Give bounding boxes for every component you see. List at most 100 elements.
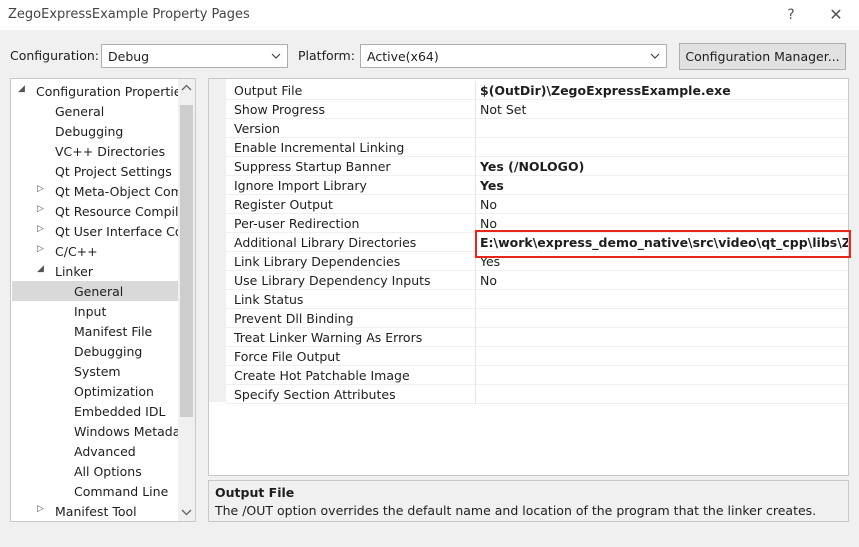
- tree-item-label: Configuration Properties: [36, 84, 178, 99]
- tree-item-label: System: [74, 364, 121, 379]
- help-button[interactable]: ?: [777, 4, 805, 26]
- tree-item[interactable]: Manifest File: [12, 321, 178, 341]
- property-row[interactable]: Version: [226, 119, 848, 138]
- tree-item[interactable]: Advanced: [12, 441, 178, 461]
- column-divider: [475, 366, 476, 385]
- tree-scrollbar[interactable]: [178, 79, 195, 521]
- tree-item[interactable]: ▷ Qt Resource Compiler: [12, 201, 178, 221]
- tree-item[interactable]: Debugging: [12, 121, 178, 141]
- tree-item-label: Windows Metadata: [74, 424, 178, 439]
- scrollbar-thumb[interactable]: [180, 105, 193, 417]
- tree-item-label: Debugging: [55, 124, 124, 139]
- configuration-manager-button[interactable]: Configuration Manager...: [679, 43, 846, 70]
- tree-item-label: Qt Project Settings: [55, 164, 172, 179]
- scroll-down-icon[interactable]: [178, 504, 195, 521]
- property-name: Force File Output: [234, 349, 341, 364]
- collapsed-arrow-icon[interactable]: ▷: [37, 504, 47, 518]
- tree-item[interactable]: ▷ Qt Meta-Object Compiler: [12, 181, 178, 201]
- tree-item[interactable]: Optimization: [12, 381, 178, 401]
- property-name: Register Output: [234, 197, 333, 212]
- scroll-up-icon[interactable]: [178, 79, 195, 96]
- configuration-dropdown[interactable]: Debug: [101, 44, 288, 68]
- tree-item[interactable]: General: [12, 101, 178, 121]
- property-row[interactable]: Create Hot Patchable Image: [226, 366, 848, 385]
- property-value[interactable]: $(OutDir)\ZegoExpressExample.exe: [480, 83, 731, 98]
- tree-item-label: All Options: [74, 464, 142, 479]
- tree-item-label: Input: [74, 304, 107, 319]
- property-name: Per-user Redirection: [234, 216, 360, 231]
- property-row[interactable]: Force File Output: [226, 347, 848, 366]
- property-value[interactable]: Yes (/NOLOGO): [480, 159, 584, 174]
- tree-item[interactable]: Input: [12, 301, 178, 321]
- column-divider: [475, 157, 476, 176]
- column-divider: [475, 385, 476, 404]
- tree-item[interactable]: ◢ Linker: [12, 261, 178, 281]
- tree-item[interactable]: ▷ Manifest Tool: [12, 501, 178, 521]
- tree-item[interactable]: ◢ Configuration Properties: [12, 81, 178, 101]
- collapsed-arrow-icon[interactable]: ▷: [37, 204, 47, 218]
- property-row[interactable]: Register Output No: [226, 195, 848, 214]
- tree-item-label: Manifest File: [74, 324, 153, 339]
- property-value[interactable]: No: [480, 216, 497, 231]
- property-row[interactable]: Output File $(OutDir)\ZegoExpressExample.…: [226, 81, 848, 100]
- tree-item-label: General: [74, 284, 124, 299]
- tree-item[interactable]: VC++ Directories: [12, 141, 178, 161]
- property-name: Create Hot Patchable Image: [234, 368, 410, 383]
- tree-item[interactable]: Windows Metadata: [12, 421, 178, 441]
- column-divider: [475, 119, 476, 138]
- property-row[interactable]: Enable Incremental Linking: [226, 138, 848, 157]
- property-grid[interactable]: Output File $(OutDir)\ZegoExpressExample.…: [208, 78, 849, 476]
- property-name: Version: [234, 121, 280, 136]
- column-divider: [475, 309, 476, 328]
- grid-margin: [209, 79, 226, 402]
- tree-item-label: Embedded IDL: [74, 404, 166, 419]
- property-row[interactable]: Specify Section Attributes: [226, 385, 848, 404]
- tree-item-label: General: [55, 104, 105, 119]
- property-row[interactable]: Treat Linker Warning As Errors: [226, 328, 848, 347]
- property-name: Prevent Dll Binding: [234, 311, 354, 326]
- tree-item[interactable]: Embedded IDL: [12, 401, 178, 421]
- property-row[interactable]: Prevent Dll Binding: [226, 309, 848, 328]
- tree-item[interactable]: General: [12, 281, 178, 301]
- expanded-arrow-icon[interactable]: ◢: [37, 264, 47, 278]
- tree-item[interactable]: Debugging: [12, 341, 178, 361]
- collapsed-arrow-icon[interactable]: ▷: [37, 244, 47, 258]
- property-row[interactable]: Show Progress Not Set: [226, 100, 848, 119]
- collapsed-arrow-icon[interactable]: ▷: [37, 184, 47, 198]
- column-divider: [475, 100, 476, 119]
- tree-item[interactable]: Qt Project Settings: [12, 161, 178, 181]
- tree-item[interactable]: System: [12, 361, 178, 381]
- column-divider: [475, 271, 476, 290]
- column-divider: [475, 195, 476, 214]
- platform-dropdown[interactable]: Active(x64): [360, 44, 667, 68]
- property-name: Suppress Startup Banner: [234, 159, 391, 174]
- column-divider: [475, 290, 476, 309]
- property-row[interactable]: Use Library Dependency Inputs No: [226, 271, 848, 290]
- tree-item[interactable]: ▷ C/C++: [12, 241, 178, 261]
- window-title: ZegoExpressExample Property Pages: [8, 7, 250, 22]
- platform-label: Platform:: [298, 48, 355, 63]
- title-bar: ZegoExpressExample Property Pages ? ✕: [0, 0, 859, 30]
- property-row[interactable]: Suppress Startup Banner Yes (/NOLOGO): [226, 157, 848, 176]
- tree-item[interactable]: ▷ Qt User Interface Compiler: [12, 221, 178, 241]
- tree-item[interactable]: Command Line: [12, 481, 178, 501]
- property-row[interactable]: Ignore Import Library Yes: [226, 176, 848, 195]
- property-name: Enable Incremental Linking: [234, 140, 405, 155]
- property-value[interactable]: No: [480, 273, 497, 288]
- property-value[interactable]: Not Set: [480, 102, 526, 117]
- tree-item-label: Qt Meta-Object Compiler: [55, 184, 178, 199]
- property-row[interactable]: Link Status: [226, 290, 848, 309]
- property-name: Ignore Import Library: [234, 178, 367, 193]
- description-panel: Output File The /OUT option overrides th…: [208, 480, 849, 522]
- collapsed-arrow-icon[interactable]: ▷: [37, 224, 47, 238]
- close-button[interactable]: ✕: [822, 4, 850, 26]
- tree-item-label: Advanced: [74, 444, 136, 459]
- property-tree[interactable]: ◢ Configuration Properties General Debuggin…: [10, 78, 196, 522]
- expanded-arrow-icon[interactable]: ◢: [18, 84, 28, 98]
- column-divider: [475, 138, 476, 157]
- property-value[interactable]: Yes: [480, 178, 504, 193]
- tree-item[interactable]: All Options: [12, 461, 178, 481]
- configuration-label: Configuration:: [10, 48, 99, 63]
- tree-item-label: VC++ Directories: [55, 144, 166, 159]
- property-value[interactable]: No: [480, 197, 497, 212]
